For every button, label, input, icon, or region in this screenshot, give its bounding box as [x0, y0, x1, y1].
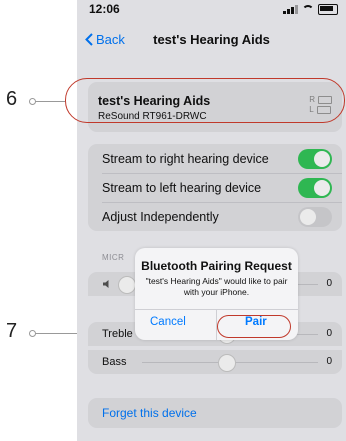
- device-card-highlight: [65, 78, 345, 123]
- dialog-title: Bluetooth Pairing Request: [141, 259, 292, 273]
- callout-6-line: [35, 101, 65, 102]
- modal-dim-overlay: [77, 0, 346, 441]
- dialog-message: "test's Hearing Aids" would like to pair…: [145, 276, 288, 297]
- cancel-button[interactable]: Cancel: [150, 316, 186, 328]
- callout-number-6: 6: [6, 88, 18, 110]
- callout-number-7: 7: [6, 320, 18, 342]
- pair-button-highlight: [217, 315, 291, 338]
